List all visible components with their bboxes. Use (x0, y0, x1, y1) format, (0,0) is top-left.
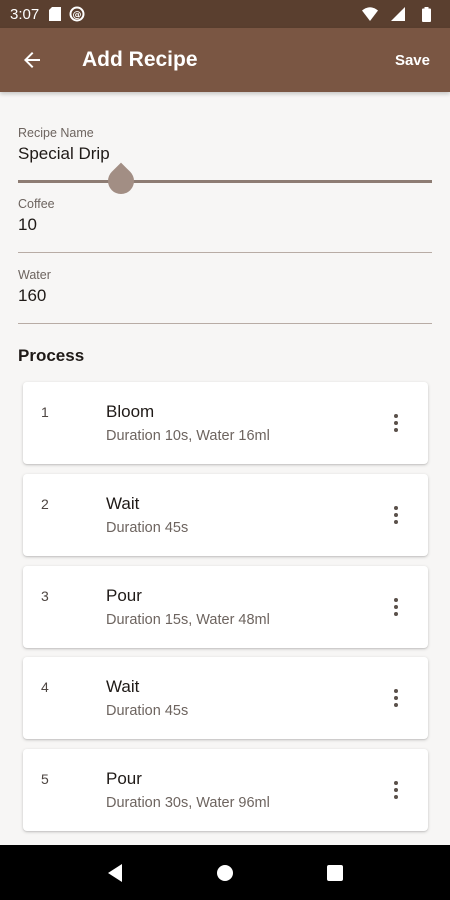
more-vert-icon[interactable] (384, 775, 408, 805)
process-title: Process (18, 346, 85, 365)
sync-icon: @ (69, 6, 85, 22)
water-label: Water (18, 268, 51, 282)
recipe-form: Recipe Name Special Drip Coffee 10 Water… (0, 92, 450, 845)
system-nav-bar (0, 845, 450, 900)
step-number: 3 (41, 588, 49, 604)
process-step-card[interactable]: 2 Wait Duration 45s (23, 474, 428, 556)
wifi-icon (362, 6, 378, 22)
step-detail: Duration 15s, Water 48ml (106, 612, 270, 628)
home-circle-icon[interactable] (205, 853, 245, 893)
back-triangle-icon[interactable] (95, 853, 135, 893)
app-bar: Add Recipe Save (0, 28, 450, 92)
more-vert-icon[interactable] (384, 408, 408, 438)
step-detail: Duration 45s (106, 703, 189, 719)
save-button[interactable]: Save (391, 46, 434, 75)
coffee-label: Coffee (18, 197, 55, 211)
coffee-input[interactable]: 10 (18, 215, 432, 235)
text-cursor-handle[interactable] (102, 162, 140, 200)
process-step-card[interactable]: 4 Wait Duration 45s (23, 657, 428, 739)
step-number: 1 (41, 404, 49, 420)
step-name: Wait (106, 494, 140, 513)
step-name: Bloom (106, 402, 155, 421)
recipe-name-label: Recipe Name (18, 126, 94, 140)
process-step-card[interactable]: 1 Bloom Duration 10s, Water 16ml (23, 382, 428, 464)
recipe-name-input[interactable]: Special Drip (18, 144, 432, 164)
recents-square-icon[interactable] (315, 853, 355, 893)
step-number: 5 (41, 771, 49, 787)
more-vert-icon[interactable] (384, 683, 408, 713)
status-time: 3:07 (10, 5, 40, 23)
coffee-field[interactable]: Coffee 10 (18, 197, 432, 253)
status-bar: 3:07 @ (0, 0, 450, 28)
step-detail: Duration 30s, Water 96ml (106, 795, 270, 811)
step-detail: Duration 10s, Water 16ml (106, 428, 270, 444)
battery-icon (418, 6, 434, 22)
water-underline (18, 323, 432, 324)
process-step-card[interactable]: 5 Pour Duration 30s, Water 96ml (23, 749, 428, 831)
coffee-underline (18, 252, 432, 253)
arrow-back-icon[interactable] (16, 44, 48, 76)
step-number: 4 (41, 679, 49, 695)
more-vert-icon[interactable] (384, 500, 408, 530)
step-number: 2 (41, 496, 49, 512)
water-input[interactable]: 160 (18, 286, 432, 306)
step-name: Pour (106, 586, 142, 605)
page-title: Add Recipe (82, 48, 198, 71)
step-detail: Duration 45s (106, 520, 189, 536)
step-name: Pour (106, 769, 142, 788)
recipe-name-field[interactable]: Recipe Name Special Drip (18, 126, 432, 164)
sd-card-icon (47, 6, 63, 22)
cursor-track (18, 180, 432, 183)
process-step-card[interactable]: 3 Pour Duration 15s, Water 48ml (23, 566, 428, 648)
signal-icon (390, 6, 406, 22)
svg-text:@: @ (73, 11, 82, 21)
more-vert-icon[interactable] (384, 592, 408, 622)
water-field[interactable]: Water 160 (18, 268, 432, 324)
step-name: Wait (106, 677, 140, 696)
